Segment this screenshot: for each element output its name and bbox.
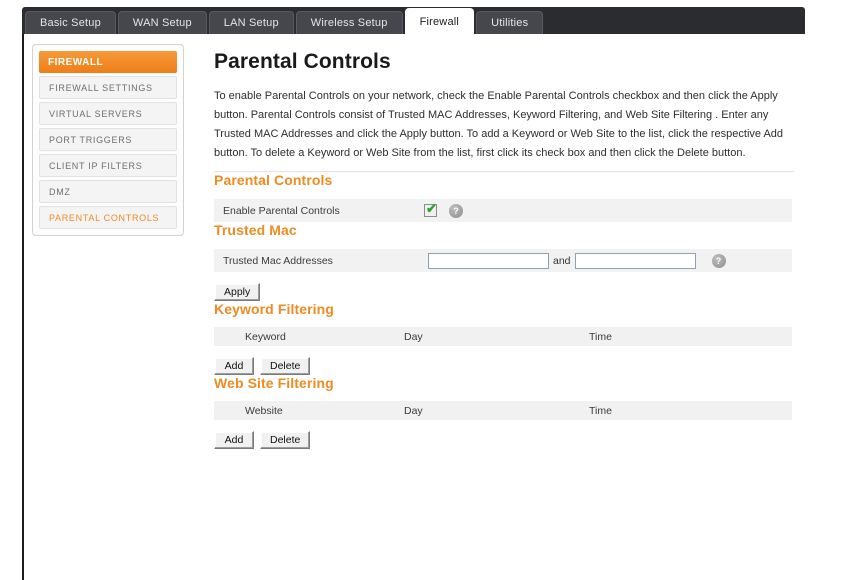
- main-content: Parental Controls To enable Parental Con…: [214, 38, 798, 449]
- tab-label: LAN Setup: [223, 17, 279, 29]
- website-add-button[interactable]: Add: [214, 431, 254, 449]
- tab-firewall[interactable]: Firewall: [404, 8, 475, 34]
- row-enable-parental-controls: Enable Parental Controls ✔ ?: [214, 199, 792, 222]
- sidebar-item-client-ip-filters[interactable]: CLIENT IP FILTERS: [39, 154, 177, 177]
- sidebar-header: FIREWALL: [39, 51, 177, 73]
- tab-label: Basic Setup: [40, 17, 101, 29]
- tab-wan-setup[interactable]: WAN Setup: [117, 11, 207, 34]
- checkmark-icon: ✔: [426, 201, 437, 216]
- sidebar-item-label: PARENTAL CONTROLS: [49, 212, 160, 223]
- and-label: and: [553, 254, 571, 267]
- column-header-time: Time: [589, 330, 612, 343]
- sidebar-item-dmz[interactable]: DMZ: [39, 180, 177, 203]
- sidebar-item-label: FIREWALL SETTINGS: [49, 82, 153, 93]
- trusted-mac-actions: Apply: [214, 283, 798, 301]
- help-icon[interactable]: ?: [711, 253, 726, 268]
- tab-lan-setup[interactable]: LAN Setup: [208, 11, 294, 34]
- enable-parental-controls-checkbox[interactable]: ✔: [424, 201, 437, 217]
- website-actions: Add Delete: [214, 431, 798, 449]
- tab-label: Utilities: [491, 17, 529, 29]
- keyword-table-header: Keyword Day Time: [214, 327, 792, 346]
- keyword-delete-button[interactable]: Delete: [260, 357, 311, 375]
- trusted-mac-input-2[interactable]: [574, 252, 696, 269]
- page-body: FIREWALL FIREWALL SETTINGS VIRTUAL SERVE…: [22, 34, 805, 580]
- section-title-parental-controls: Parental Controls: [214, 172, 333, 188]
- trusted-mac-input-1[interactable]: [428, 252, 549, 269]
- tab-utilities[interactable]: Utilities: [476, 11, 544, 34]
- tab-label: Wireless Setup: [310, 17, 388, 29]
- column-header-time: Time: [589, 404, 612, 417]
- column-header-website: Website: [245, 404, 283, 417]
- sidebar-item-parental-controls[interactable]: PARENTAL CONTROLS: [39, 206, 177, 229]
- section-title-trusted-mac: Trusted Mac: [214, 222, 297, 238]
- apply-button[interactable]: Apply: [214, 283, 261, 301]
- tab-list: Basic Setup WAN Setup LAN Setup Wireless…: [22, 7, 545, 34]
- website-table-header: Website Day Time: [214, 401, 792, 420]
- page-title: Parental Controls: [214, 50, 391, 73]
- sidebar-item-label: VIRTUAL SERVERS: [49, 108, 143, 119]
- sidebar-item-label: PORT TRIGGERS: [49, 134, 133, 145]
- keyword-actions: Add Delete: [214, 357, 798, 375]
- section-title-web-site-filtering: Web Site Filtering: [214, 375, 334, 391]
- sidebar: FIREWALL FIREWALL SETTINGS VIRTUAL SERVE…: [32, 44, 184, 236]
- sidebar-item-virtual-servers[interactable]: VIRTUAL SERVERS: [39, 102, 177, 125]
- column-header-day: Day: [404, 330, 423, 343]
- column-header-keyword: Keyword: [245, 330, 286, 343]
- row-trusted-mac-addresses: Trusted Mac Addresses and ?: [214, 249, 792, 272]
- sidebar-item-label: DMZ: [49, 186, 71, 197]
- help-icon[interactable]: ?: [449, 203, 463, 218]
- trusted-mac-label: Trusted Mac Addresses: [223, 254, 333, 267]
- router-admin-page: Basic Setup WAN Setup LAN Setup Wireless…: [0, 0, 844, 580]
- enable-parental-controls-label: Enable Parental Controls: [223, 204, 340, 217]
- keyword-add-button[interactable]: Add: [214, 357, 254, 375]
- sidebar-header-label: FIREWALL: [48, 56, 104, 68]
- website-delete-button[interactable]: Delete: [260, 431, 311, 449]
- column-header-day: Day: [404, 404, 423, 417]
- page-description: To enable Parental Controls on your netw…: [214, 90, 784, 159]
- tab-label: WAN Setup: [132, 17, 192, 29]
- sidebar-item-label: CLIENT IP FILTERS: [49, 160, 143, 171]
- section-title-keyword-filtering: Keyword Filtering: [214, 301, 334, 317]
- sidebar-item-firewall-settings[interactable]: FIREWALL SETTINGS: [39, 76, 177, 99]
- top-navbar: Basic Setup WAN Setup LAN Setup Wireless…: [22, 7, 805, 34]
- tab-basic-setup[interactable]: Basic Setup: [25, 11, 116, 34]
- tab-wireless-setup[interactable]: Wireless Setup: [295, 11, 403, 34]
- tab-label: Firewall: [419, 15, 460, 28]
- sidebar-item-port-triggers[interactable]: PORT TRIGGERS: [39, 128, 177, 151]
